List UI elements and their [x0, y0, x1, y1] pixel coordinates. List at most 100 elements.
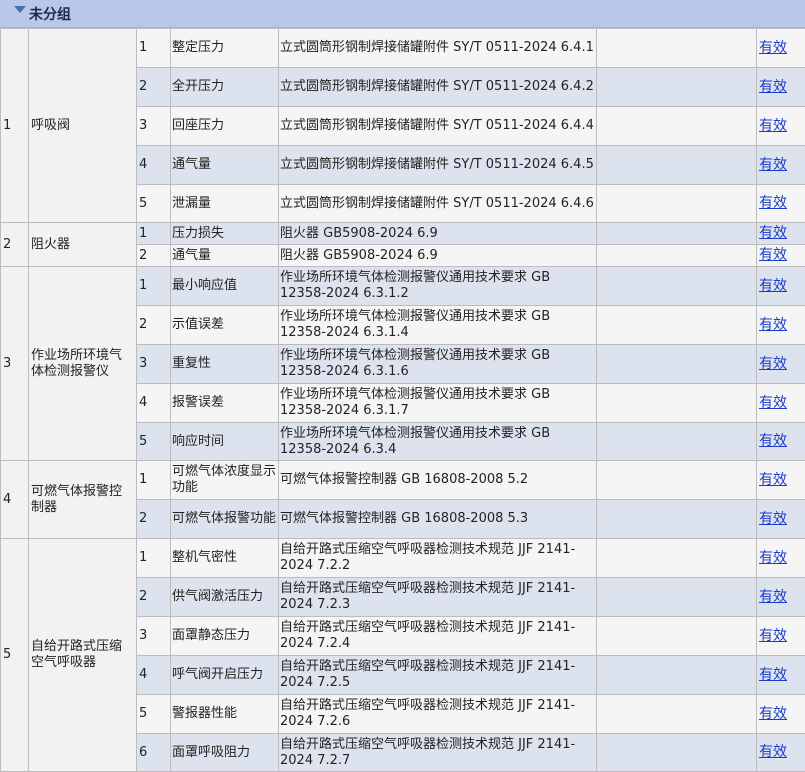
- table-row: 5自给开路式压缩空气呼吸器1整机气密性自给开路式压缩空气呼吸器检测技术规范 JJ…: [1, 539, 805, 578]
- item-name: 阻火器: [29, 223, 137, 267]
- status-link[interactable]: 有效: [759, 247, 787, 263]
- standard-reference: 作业场所环境气体检测报警仪通用技术要求 GB 12358-2024 6.3.1.…: [279, 306, 597, 345]
- sub-index: 5: [137, 185, 171, 223]
- empty-cell: [597, 223, 757, 245]
- empty-cell: [597, 539, 757, 578]
- status-link[interactable]: 有效: [759, 511, 787, 527]
- standard-reference: 立式圆筒形钢制焊接储罐附件 SY/T 0511-2024 6.4.5: [279, 146, 597, 185]
- sub-index: 1: [137, 29, 171, 68]
- status-link[interactable]: 有效: [759, 589, 787, 605]
- status-link[interactable]: 有效: [759, 395, 787, 411]
- sub-index: 4: [137, 656, 171, 695]
- parameter-name: 报警误差: [171, 384, 279, 423]
- status-cell: 有效: [757, 306, 805, 345]
- standard-reference: 作业场所环境气体检测报警仪通用技术要求 GB 12358-2024 6.3.1.…: [279, 345, 597, 384]
- standard-reference: 自给开路式压缩空气呼吸器检测技术规范 JJF 2141-2024 7.2.7: [279, 734, 597, 772]
- empty-cell: [597, 695, 757, 734]
- sub-index: 2: [137, 578, 171, 617]
- status-link[interactable]: 有效: [759, 667, 787, 683]
- sub-index: 1: [137, 539, 171, 578]
- empty-cell: [597, 461, 757, 500]
- standard-reference: 阻火器 GB5908-2024 6.9: [279, 223, 597, 245]
- sub-index: 5: [137, 695, 171, 734]
- sub-index: 4: [137, 146, 171, 185]
- standard-reference: 立式圆筒形钢制焊接储罐附件 SY/T 0511-2024 6.4.2: [279, 68, 597, 107]
- parameter-name: 可燃气体报警功能: [171, 500, 279, 539]
- status-link[interactable]: 有效: [759, 118, 787, 134]
- status-link[interactable]: 有效: [759, 79, 787, 95]
- parameter-name: 通气量: [171, 146, 279, 185]
- parameter-name: 重复性: [171, 345, 279, 384]
- sub-index: 2: [137, 68, 171, 107]
- parameter-name: 压力损失: [171, 223, 279, 245]
- status-link[interactable]: 有效: [759, 40, 787, 56]
- sub-index: 1: [137, 223, 171, 245]
- status-link[interactable]: 有效: [759, 356, 787, 372]
- standard-reference: 可燃气体报警控制器 GB 16808-2008 5.3: [279, 500, 597, 539]
- item-index: 3: [1, 267, 29, 461]
- standard-reference: 自给开路式压缩空气呼吸器检测技术规范 JJF 2141-2024 7.2.6: [279, 695, 597, 734]
- item-name: 可燃气体报警控制器: [29, 461, 137, 539]
- status-link[interactable]: 有效: [759, 278, 787, 294]
- empty-cell: [597, 68, 757, 107]
- group-header[interactable]: 未分组: [0, 0, 805, 28]
- sub-index: 3: [137, 617, 171, 656]
- standard-reference: 作业场所环境气体检测报警仪通用技术要求 GB 12358-2024 6.3.4: [279, 423, 597, 461]
- standard-reference: 自给开路式压缩空气呼吸器检测技术规范 JJF 2141-2024 7.2.3: [279, 578, 597, 617]
- status-link[interactable]: 有效: [759, 550, 787, 566]
- status-link[interactable]: 有效: [759, 744, 787, 760]
- status-cell: 有效: [757, 245, 805, 267]
- standard-reference: 自给开路式压缩空气呼吸器检测技术规范 JJF 2141-2024 7.2.5: [279, 656, 597, 695]
- status-cell: 有效: [757, 500, 805, 539]
- sub-index: 2: [137, 500, 171, 539]
- status-link[interactable]: 有效: [759, 225, 787, 241]
- empty-cell: [597, 617, 757, 656]
- item-name: 呼吸阀: [29, 29, 137, 223]
- empty-cell: [597, 146, 757, 185]
- capability-table: 1呼吸阀1整定压力立式圆筒形钢制焊接储罐附件 SY/T 0511-2024 6.…: [0, 28, 805, 772]
- parameter-name: 警报器性能: [171, 695, 279, 734]
- parameter-name: 供气阀激活压力: [171, 578, 279, 617]
- collapse-triangle-icon[interactable]: [14, 6, 26, 13]
- status-link[interactable]: 有效: [759, 157, 787, 173]
- standard-reference: 阻火器 GB5908-2024 6.9: [279, 245, 597, 267]
- status-cell: 有效: [757, 68, 805, 107]
- parameter-name: 回座压力: [171, 107, 279, 146]
- status-link[interactable]: 有效: [759, 433, 787, 449]
- status-cell: 有效: [757, 656, 805, 695]
- empty-cell: [597, 306, 757, 345]
- standard-reference: 可燃气体报警控制器 GB 16808-2008 5.2: [279, 461, 597, 500]
- parameter-name: 通气量: [171, 245, 279, 267]
- sub-index: 3: [137, 345, 171, 384]
- sub-index: 2: [137, 306, 171, 345]
- standard-reference: 立式圆筒形钢制焊接储罐附件 SY/T 0511-2024 6.4.4: [279, 107, 597, 146]
- empty-cell: [597, 245, 757, 267]
- empty-cell: [597, 29, 757, 68]
- status-cell: 有效: [757, 223, 805, 245]
- status-cell: 有效: [757, 146, 805, 185]
- status-cell: 有效: [757, 734, 805, 772]
- status-link[interactable]: 有效: [759, 472, 787, 488]
- sub-index: 2: [137, 245, 171, 267]
- empty-cell: [597, 267, 757, 306]
- item-index: 4: [1, 461, 29, 539]
- status-link[interactable]: 有效: [759, 628, 787, 644]
- status-cell: 有效: [757, 384, 805, 423]
- status-link[interactable]: 有效: [759, 317, 787, 333]
- parameter-name: 整定压力: [171, 29, 279, 68]
- standard-reference: 自给开路式压缩空气呼吸器检测技术规范 JJF 2141-2024 7.2.4: [279, 617, 597, 656]
- status-link[interactable]: 有效: [759, 195, 787, 211]
- standard-reference: 自给开路式压缩空气呼吸器检测技术规范 JJF 2141-2024 7.2.2: [279, 539, 597, 578]
- status-cell: 有效: [757, 695, 805, 734]
- parameter-name: 面罩呼吸阻力: [171, 734, 279, 772]
- parameter-name: 整机气密性: [171, 539, 279, 578]
- status-link[interactable]: 有效: [759, 706, 787, 722]
- parameter-name: 示值误差: [171, 306, 279, 345]
- empty-cell: [597, 345, 757, 384]
- parameter-name: 泄漏量: [171, 185, 279, 223]
- status-cell: 有效: [757, 461, 805, 500]
- status-cell: 有效: [757, 345, 805, 384]
- sub-index: 5: [137, 423, 171, 461]
- empty-cell: [597, 734, 757, 772]
- parameter-name: 最小响应值: [171, 267, 279, 306]
